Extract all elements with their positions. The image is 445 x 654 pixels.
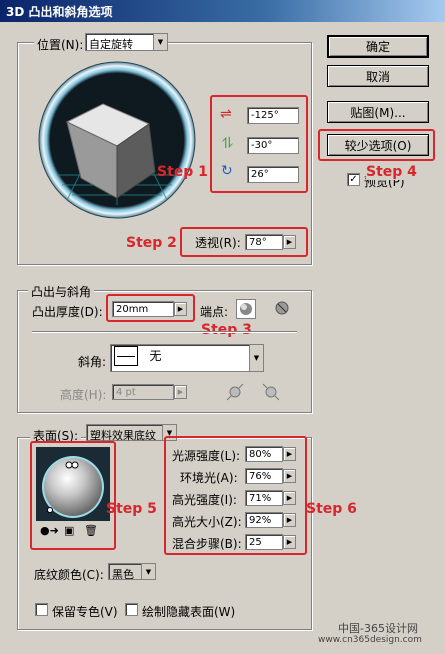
step-4-annotation: Step 4 [366, 164, 417, 180]
watermark-line1: 中国-365设计网 [338, 622, 418, 635]
draw-hidden-checkbox[interactable] [125, 603, 138, 616]
new-light-icon: ▣ [64, 524, 75, 537]
new-light-button[interactable]: ▣ [64, 524, 78, 540]
bevel-out-button[interactable] [225, 382, 245, 402]
triangle-right-icon: ▶ [177, 388, 184, 396]
shading-color-label: 底纹颜色(C): [34, 568, 104, 582]
perspective-input[interactable]: 78° [245, 234, 283, 250]
position-preset-value: 自定旋转 [89, 38, 133, 51]
map-art-button[interactable]: 贴图(M)... [327, 101, 429, 123]
move-light-back-button[interactable]: ●➜ [40, 524, 60, 540]
blend-steps-label: 混合步骤(B): [172, 537, 242, 551]
shading-color-value: 黑色 [112, 568, 134, 581]
bevel-out-icon [226, 383, 244, 401]
highlight-size-input[interactable]: 92% [245, 512, 283, 528]
bevel-label: 斜角: [78, 355, 107, 369]
light-intensity-label: 光源强度(L): [172, 449, 241, 463]
cancel-button[interactable]: 取消 [327, 65, 429, 87]
chevron-down-icon: ▼ [153, 34, 167, 50]
cap-off-button[interactable] [273, 299, 293, 319]
rotate-x-icon: ⇌ [220, 106, 232, 122]
highlight-size-slider-button[interactable]: ▶ [283, 513, 296, 527]
ambient-slider-button[interactable]: ▶ [283, 469, 296, 483]
ambient-input[interactable]: 76% [245, 468, 283, 484]
triangle-right-icon: ▶ [286, 516, 293, 524]
extrude-depth-slider-button[interactable]: ▶ [174, 302, 187, 316]
delete-light-button[interactable]: 🗑 [84, 524, 98, 540]
cap-on-button[interactable] [236, 299, 256, 319]
rotate-y-input[interactable]: -30° [247, 137, 299, 154]
cap-off-icon [275, 301, 289, 315]
light-intensity-slider-button[interactable]: ▶ [283, 447, 296, 461]
watermark-line2: www.cn365design.com [318, 635, 422, 645]
light-sphere-preview[interactable] [36, 447, 110, 521]
blend-steps-input[interactable]: 25 [245, 534, 283, 550]
position-preset-select[interactable]: 自定旋转 ▼ [85, 33, 168, 51]
bevel-line-icon [114, 346, 138, 366]
draw-hidden-label: 绘制隐藏表面(W) [142, 605, 236, 619]
ambient-label: 环境光(A): [180, 471, 238, 485]
chevron-down-icon: ▼ [141, 564, 155, 579]
height-input[interactable]: 4 pt [112, 384, 174, 400]
highlight-size-label: 高光大小(Z): [172, 515, 242, 529]
ok-button[interactable]: 确定 [327, 35, 429, 58]
light-intensity-input[interactable]: 80% [245, 446, 283, 462]
rotate-y-icon: ⥮ [222, 134, 233, 152]
triangle-right-icon: ▶ [286, 494, 293, 502]
rotate-z-icon: ↻ [221, 163, 233, 179]
rotate-x-input[interactable]: -125° [247, 107, 299, 124]
highlight-intensity-label: 高光强度(I): [172, 493, 237, 507]
fewer-options-button[interactable]: 较少选项(O) [327, 134, 429, 156]
window-title: 3D 凸出和斜角选项 [0, 0, 445, 22]
shading-color-select[interactable]: 黑色 ▼ [108, 563, 156, 581]
rotate-z-input[interactable]: 26° [247, 166, 299, 183]
step-6-annotation: Step 6 [306, 501, 357, 517]
height-slider-button[interactable]: ▶ [174, 385, 187, 399]
light-back-icon: ●➜ [40, 524, 59, 537]
trash-icon: 🗑 [84, 524, 98, 537]
perspective-slider-button[interactable]: ▶ [283, 235, 296, 249]
preserve-spot-checkbox[interactable] [35, 603, 48, 616]
blend-steps-slider-button[interactable]: ▶ [283, 535, 296, 549]
step-1-annotation: Step 1 [157, 164, 208, 180]
rotation-track-cube[interactable] [37, 60, 197, 220]
highlight-intensity-slider-button[interactable]: ▶ [283, 491, 296, 505]
step-3-annotation: Step 3 [201, 322, 252, 338]
preserve-spot-label: 保留专色(V) [52, 605, 118, 619]
bevel-in-icon [262, 383, 280, 401]
preview-checkbox[interactable]: ✓ [347, 173, 360, 186]
triangle-right-icon: ▶ [286, 472, 293, 480]
bevel-value: 无 [149, 349, 162, 363]
triangle-right-icon: ▶ [286, 450, 293, 458]
perspective-label: 透视(R): [195, 236, 241, 250]
height-label: 高度(H): [60, 388, 107, 402]
position-label: 位置(N): [34, 36, 87, 53]
step-2-annotation: Step 2 [126, 235, 177, 251]
bevel-select[interactable]: 无 ▼ [110, 344, 264, 372]
cap-label: 端点: [200, 305, 229, 319]
triangle-right-icon: ▶ [177, 305, 184, 313]
chevron-down-icon: ▼ [249, 345, 263, 371]
extrude-group-label: 凸出与斜角 [28, 283, 95, 300]
extrude-depth-input[interactable]: 20mm [112, 301, 174, 317]
divider [32, 331, 297, 333]
cap-on-icon [240, 303, 252, 315]
step-5-annotation: Step 5 [106, 501, 157, 517]
extrude-depth-label: 凸出厚度(D): [32, 305, 103, 319]
bevel-in-button[interactable] [261, 382, 281, 402]
triangle-right-icon: ▶ [286, 238, 293, 246]
triangle-right-icon: ▶ [286, 538, 293, 546]
highlight-intensity-input[interactable]: 71% [245, 490, 283, 506]
